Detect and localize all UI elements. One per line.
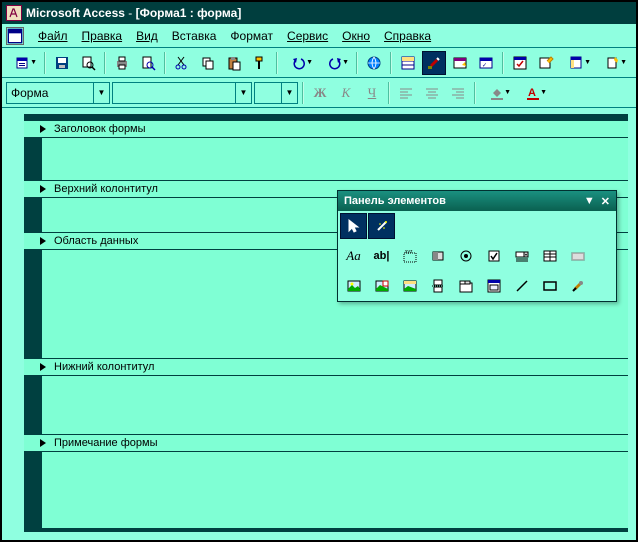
newobject-button[interactable]: ▼ — [596, 51, 630, 75]
tool-listbox[interactable] — [536, 243, 563, 269]
print-button[interactable] — [110, 51, 134, 75]
tool-unbound-object[interactable] — [368, 273, 395, 299]
toolbox-window[interactable]: Панель элементов ▼ ✕ Aa ab| xyz — [337, 190, 617, 302]
code-button[interactable]: ✓ — [474, 51, 498, 75]
menu-insert[interactable]: Вставка — [166, 27, 223, 45]
tool-commandbutton[interactable] — [564, 243, 591, 269]
tool-checkbox[interactable] — [480, 243, 507, 269]
cut-button[interactable] — [170, 51, 194, 75]
svg-text:xyz: xyz — [405, 249, 413, 255]
bold-button[interactable]: Ж — [308, 81, 332, 105]
autoformat-button[interactable] — [448, 51, 472, 75]
redo-button[interactable]: ▼ — [318, 51, 352, 75]
app-icon — [6, 5, 22, 21]
app-title: Microsoft Access - [Форма1 : форма] — [26, 6, 241, 20]
save-button[interactable] — [50, 51, 74, 75]
menu-tools[interactable]: Сервис — [281, 27, 334, 45]
menu-file[interactable]: Файл — [32, 27, 74, 45]
tool-pointer[interactable] — [340, 213, 367, 239]
menu-view[interactable]: Вид — [130, 27, 164, 45]
menu-format[interactable]: Формат — [224, 27, 279, 45]
tool-textbox[interactable]: ab| — [368, 243, 395, 269]
control-menu-icon[interactable] — [6, 27, 24, 45]
menu-window[interactable]: Окно — [336, 27, 376, 45]
view-button[interactable]: ▼ — [6, 51, 40, 75]
align-right-button[interactable] — [446, 81, 470, 105]
toolbox-options-icon[interactable]: ▼ — [584, 195, 595, 207]
tool-combobox[interactable] — [508, 243, 535, 269]
file-search-button[interactable] — [76, 51, 100, 75]
format-painter-button[interactable] — [248, 51, 272, 75]
tool-optionbutton[interactable] — [452, 243, 479, 269]
svg-text:✓: ✓ — [482, 63, 487, 69]
section-form-footer[interactable]: Примечание формы — [24, 434, 628, 452]
page-footer-area[interactable] — [24, 376, 628, 434]
form-design-surface[interactable]: Заголовок формы Верхний колонтитул Облас… — [24, 114, 628, 532]
toolbox-button[interactable] — [422, 51, 446, 75]
italic-button[interactable]: К — [334, 81, 358, 105]
font-combo[interactable]: ▼ — [112, 82, 252, 104]
fontsize-combo[interactable]: ▼ — [254, 82, 298, 104]
tool-more-controls[interactable] — [564, 273, 591, 299]
tool-togglebutton[interactable] — [424, 243, 451, 269]
tool-line[interactable] — [508, 273, 535, 299]
toolbox-titlebar[interactable]: Панель элементов ▼ ✕ — [338, 191, 616, 211]
menu-bar: Файл Правка Вид Вставка Формат Сервис Ок… — [2, 24, 636, 48]
tool-wizard[interactable] — [368, 213, 395, 239]
properties-button[interactable] — [508, 51, 532, 75]
tool-image[interactable] — [340, 273, 367, 299]
form-footer-area[interactable] — [24, 452, 628, 528]
fillcolor-button[interactable]: ▼ — [480, 81, 514, 105]
section-form-header[interactable]: Заголовок формы — [24, 120, 628, 138]
svg-text:A: A — [528, 87, 536, 99]
preview-button[interactable] — [136, 51, 160, 75]
fontcolor-button[interactable]: A▼ — [516, 81, 550, 105]
tool-bound-object[interactable] — [396, 273, 423, 299]
tool-rectangle[interactable] — [536, 273, 563, 299]
align-center-button[interactable] — [420, 81, 444, 105]
align-left-button[interactable] — [394, 81, 418, 105]
paste-button[interactable] — [222, 51, 246, 75]
copy-button[interactable] — [196, 51, 220, 75]
menu-help[interactable]: Справка — [378, 27, 437, 45]
tool-optiongroup[interactable]: xyz — [396, 243, 423, 269]
tool-label[interactable]: Aa — [340, 243, 367, 269]
object-combo[interactable]: Форма▼ — [6, 82, 110, 104]
tool-pagebreak[interactable] — [424, 273, 451, 299]
title-bar: Microsoft Access - [Форма1 : форма] — [2, 2, 636, 24]
tool-tabcontrol[interactable] — [452, 273, 479, 299]
dbwindow-button[interactable]: ▼ — [560, 51, 594, 75]
form-header-area[interactable] — [24, 138, 628, 180]
underline-button[interactable]: Ч — [360, 81, 384, 105]
field-list-button[interactable] — [396, 51, 420, 75]
menu-edit[interactable]: Правка — [76, 27, 129, 45]
hyperlink-button[interactable] — [362, 51, 386, 75]
section-page-footer[interactable]: Нижний колонтитул — [24, 358, 628, 376]
tool-subform[interactable] — [480, 273, 507, 299]
build-button[interactable] — [534, 51, 558, 75]
formatting-toolbar: Форма▼ ▼ ▼ Ж К Ч ▼ A▼ — [2, 78, 636, 108]
undo-button[interactable]: ▼ — [282, 51, 316, 75]
standard-toolbar: ▼ ▼ ▼ ✓ ▼ ▼ — [2, 48, 636, 78]
workspace: Заголовок формы Верхний колонтитул Облас… — [2, 108, 636, 540]
toolbox-title-text: Панель элементов — [344, 195, 446, 207]
toolbox-close-icon[interactable]: ✕ — [601, 195, 610, 208]
